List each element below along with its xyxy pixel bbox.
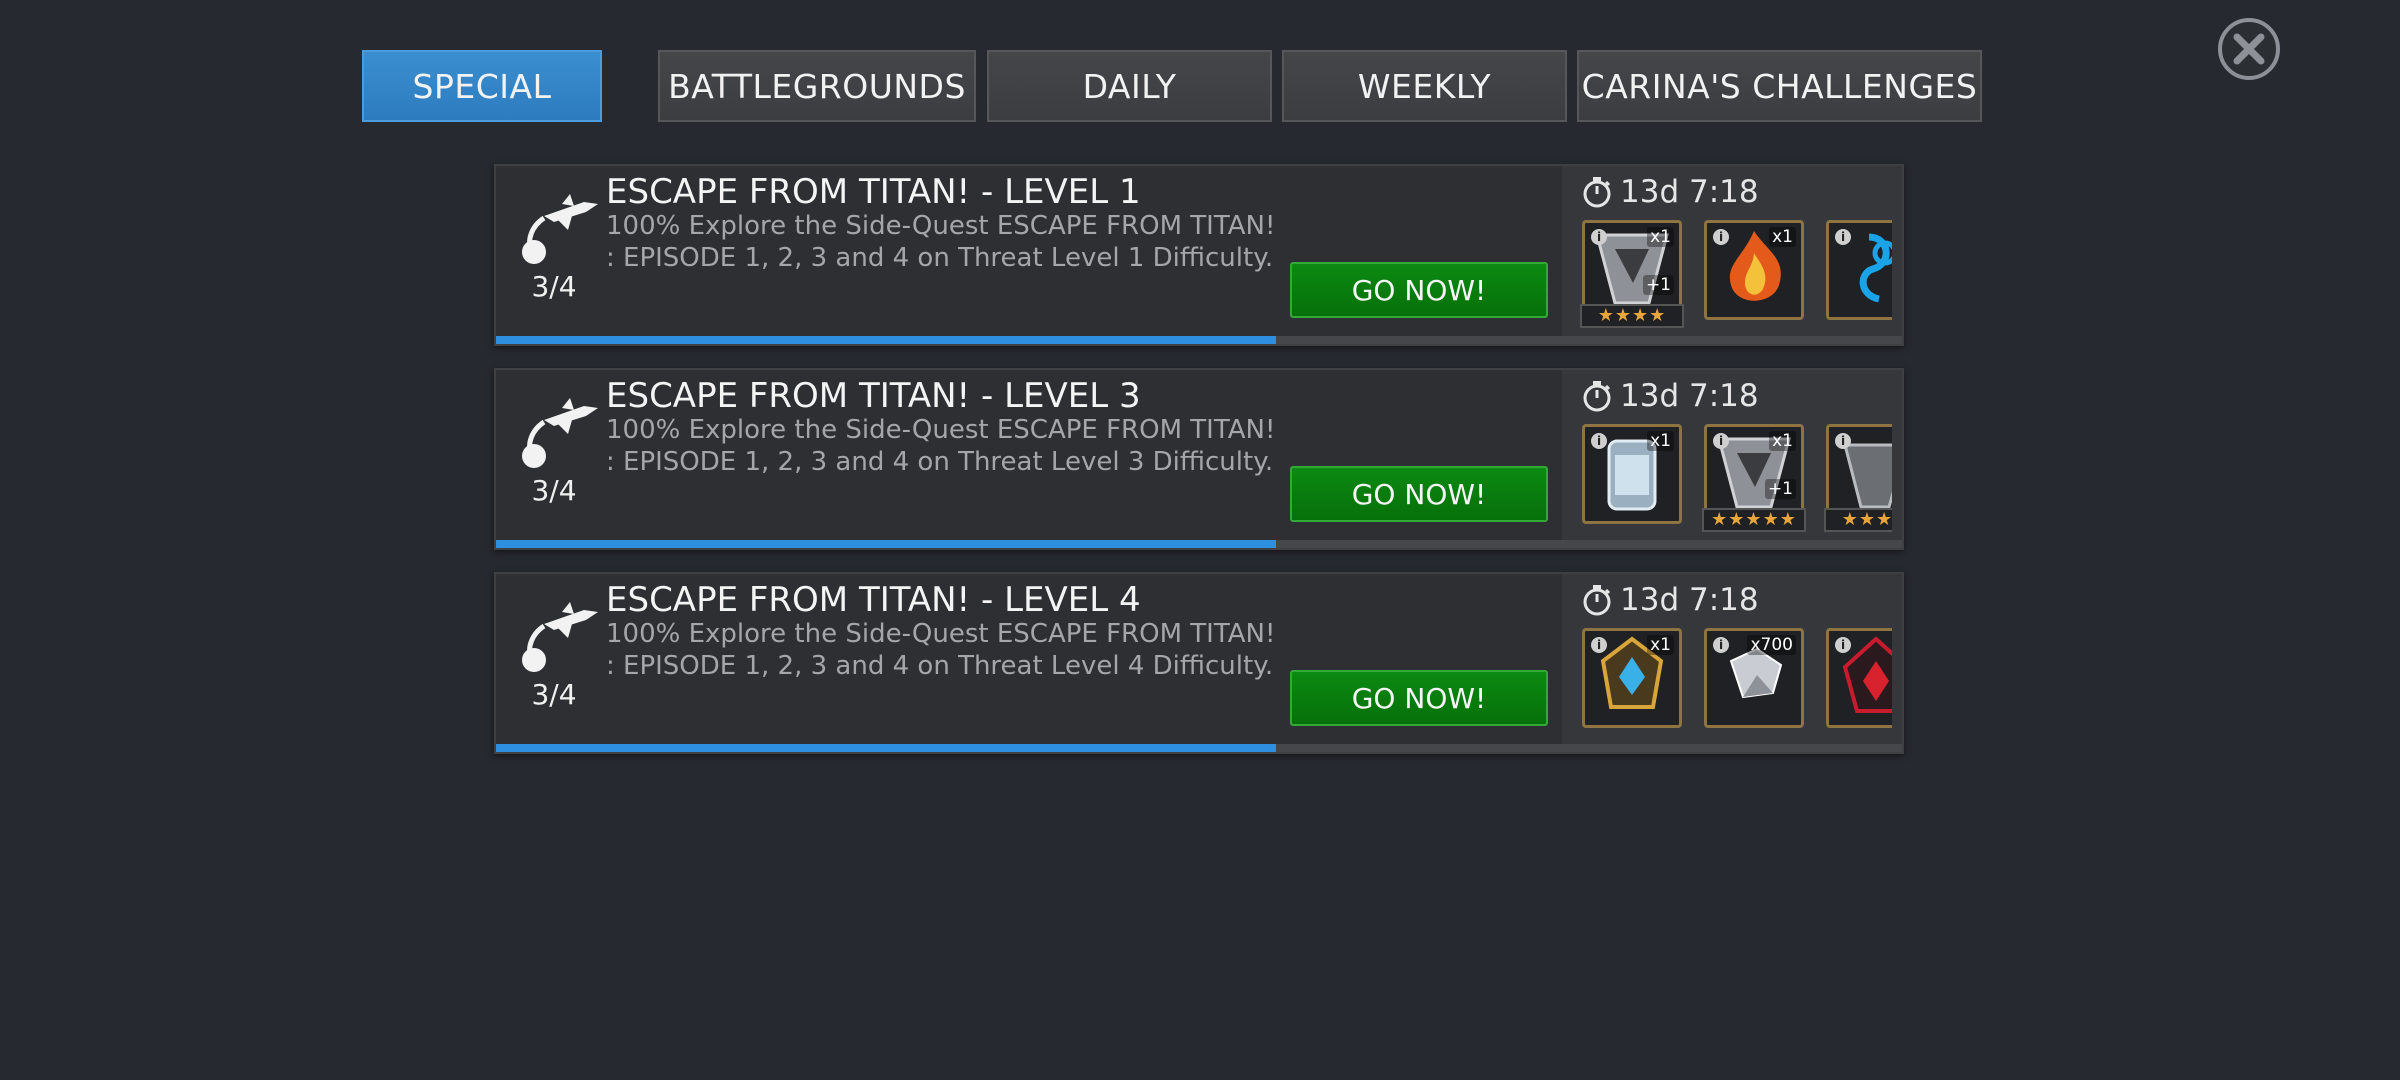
progress-bar: [496, 336, 1902, 344]
quest-description-line: 100% Explore the Side-Quest ESCAPE FROM …: [606, 415, 1276, 445]
quest-card: 3/4 ESCAPE FROM TITAN! - LEVEL 3 100% Ex…: [494, 368, 1904, 550]
rewards-list: i x1 +1 ★★★★ i x1 i: [1562, 166, 1892, 344]
reward-stars: ★★★★: [1824, 508, 1892, 532]
reward-item[interactable]: i x1: [1582, 424, 1682, 524]
quest-description: 100% Explore the Side-Quest ESCAPE FROM …: [606, 210, 1275, 274]
progress-count: 3/4: [531, 474, 577, 507]
reward-quantity: x1: [1647, 431, 1674, 451]
reward-item[interactable]: i: [1826, 628, 1892, 728]
info-icon[interactable]: i: [1835, 229, 1851, 245]
close-icon: [2233, 33, 2265, 65]
reward-quantity: x700: [1747, 635, 1796, 655]
quest-description-line: 100% Explore the Side-Quest ESCAPE FROM …: [606, 619, 1276, 649]
quest-card: 3/4 ESCAPE FROM TITAN! - LEVEL 1 100% Ex…: [494, 164, 1904, 346]
go-now-button[interactable]: GO NOW!: [1290, 262, 1548, 318]
quest-info: 3/4 ESCAPE FROM TITAN! - LEVEL 4 100% Ex…: [496, 574, 1562, 752]
quest-description-line: : EPISODE 1, 2, 3 and 4 on Threat Level …: [606, 243, 1274, 273]
go-now-button[interactable]: GO NOW!: [1290, 670, 1548, 726]
tab-battlegrounds[interactable]: BATTLEGROUNDS: [658, 50, 976, 122]
reward-stars: ★★★★★: [1702, 508, 1806, 532]
reward-badge: +1: [1764, 479, 1796, 499]
reward-item[interactable]: i: [1826, 220, 1892, 320]
info-icon[interactable]: i: [1713, 433, 1729, 449]
tab-carinas-challenges[interactable]: CARINA'S CHALLENGES: [1577, 50, 1982, 122]
progress-count: 3/4: [531, 678, 577, 711]
tab-special[interactable]: SPECIAL: [362, 50, 602, 122]
go-now-button[interactable]: GO NOW!: [1290, 466, 1548, 522]
quest-title: ESCAPE FROM TITAN! - LEVEL 4: [606, 580, 1141, 620]
quest-description: 100% Explore the Side-Quest ESCAPE FROM …: [606, 414, 1275, 478]
reward-quantity: x1: [1647, 635, 1674, 655]
quest-card: 3/4 ESCAPE FROM TITAN! - LEVEL 4 100% Ex…: [494, 572, 1904, 754]
rewards-list: i x1 i x700 i: [1562, 574, 1892, 752]
quest-description-line: 100% Explore the Side-Quest ESCAPE FROM …: [606, 211, 1276, 241]
quest-description-line: : EPISODE 1, 2, 3 and 4 on Threat Level …: [606, 447, 1274, 477]
reward-stars: ★★★★: [1580, 304, 1684, 328]
reward-quantity: x1: [1647, 227, 1674, 247]
info-icon[interactable]: i: [1835, 433, 1851, 449]
progress-bar: [496, 744, 1902, 752]
quest-title: ESCAPE FROM TITAN! - LEVEL 3: [606, 376, 1141, 416]
quest-title: ESCAPE FROM TITAN! - LEVEL 1: [606, 172, 1141, 212]
quest-description-line: : EPISODE 1, 2, 3 and 4 on Threat Level …: [606, 651, 1274, 681]
reward-badge: +1: [1642, 275, 1674, 295]
tab-daily[interactable]: DAILY: [987, 50, 1272, 122]
reward-item[interactable]: i x700: [1704, 628, 1804, 728]
reward-quantity: x1: [1769, 431, 1796, 451]
info-icon[interactable]: i: [1713, 229, 1729, 245]
quest-info: 3/4 ESCAPE FROM TITAN! - LEVEL 3 100% Ex…: [496, 370, 1562, 548]
quest-rocket-icon: [522, 398, 598, 468]
progress-bar-fill: [496, 336, 1276, 344]
info-icon[interactable]: i: [1591, 229, 1607, 245]
info-icon[interactable]: i: [1591, 637, 1607, 653]
reward-item[interactable]: i x1: [1582, 628, 1682, 728]
reward-quantity: x1: [1769, 227, 1796, 247]
progress-count: 3/4: [531, 270, 577, 303]
rewards-list: i x1 i x1 +1 ★★★★★ i ★★★★: [1562, 370, 1892, 548]
info-icon[interactable]: i: [1591, 433, 1607, 449]
tab-weekly[interactable]: WEEKLY: [1282, 50, 1567, 122]
quest-rocket-icon: [522, 602, 598, 672]
quest-info: 3/4 ESCAPE FROM TITAN! - LEVEL 1 100% Ex…: [496, 166, 1562, 344]
progress-bar: [496, 540, 1902, 548]
info-icon[interactable]: i: [1713, 637, 1729, 653]
info-icon[interactable]: i: [1835, 637, 1851, 653]
progress-bar-fill: [496, 540, 1276, 548]
progress-bar-fill: [496, 744, 1276, 752]
quest-description: 100% Explore the Side-Quest ESCAPE FROM …: [606, 618, 1275, 682]
quest-rocket-icon: [522, 194, 598, 264]
close-button[interactable]: [2218, 18, 2280, 80]
reward-item[interactable]: i x1: [1704, 220, 1804, 320]
